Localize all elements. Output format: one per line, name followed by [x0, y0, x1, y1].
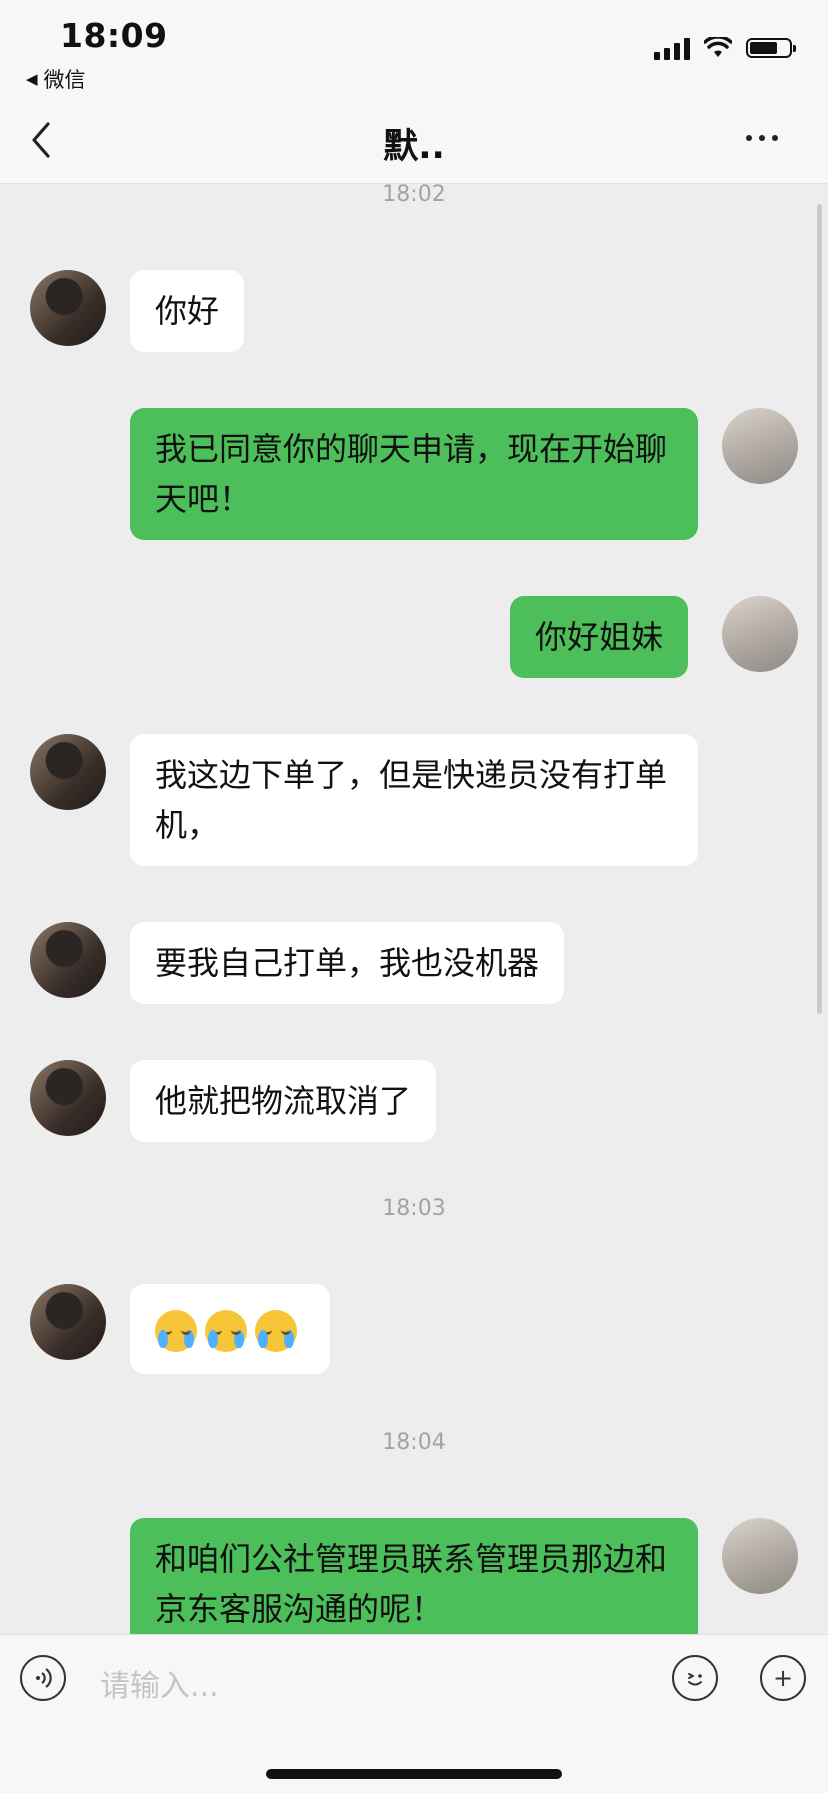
message-bubble-sent[interactable]: 和咱们公社管理员联系管理员那边和京东客服沟通的呢！: [130, 1518, 698, 1634]
timestamp: 18:02: [382, 184, 446, 207]
voice-wave-icon: [36, 1668, 52, 1688]
message-bubble-received[interactable]: 要我自己打单，我也没机器: [130, 922, 565, 1004]
status-icons: [654, 36, 796, 60]
home-indicator[interactable]: [266, 1769, 562, 1779]
loudly-crying-face-icon: [255, 1310, 297, 1352]
back-app-label: 微信: [43, 68, 86, 92]
message-bubble-received[interactable]: 我这边下单了，但是快递员没有打单机，: [130, 734, 698, 866]
message-bubble-sent[interactable]: 你好姐妹: [510, 596, 689, 678]
avatar-contact[interactable]: [30, 1060, 106, 1136]
voice-icon[interactable]: [20, 1655, 66, 1701]
message-bubble-received[interactable]: 他就把物流取消了: [130, 1060, 437, 1142]
plus-icon[interactable]: +: [760, 1655, 806, 1701]
battery-icon: [746, 38, 796, 58]
input-bar: 请输入... +: [0, 1634, 828, 1793]
status-time: 18:09: [60, 16, 168, 55]
timestamp: 18:03: [382, 1196, 446, 1221]
avatar-self[interactable]: [722, 1518, 798, 1594]
top-bar: 18:09 ◀ 微信 默..: [0, 0, 828, 184]
avatar-self[interactable]: [722, 596, 798, 672]
cellular-signal-icon: [654, 36, 690, 60]
timestamp: 18:04: [382, 1430, 446, 1455]
avatar-contact[interactable]: [30, 922, 106, 998]
avatar-contact[interactable]: [30, 1284, 106, 1360]
message-bubble-received[interactable]: 你好: [130, 270, 245, 352]
message-bubble-received[interactable]: [130, 1284, 330, 1374]
scroll-indicator[interactable]: [817, 204, 822, 1014]
emoji-icon[interactable]: [672, 1655, 718, 1701]
loudly-crying-face-icon: [205, 1310, 247, 1352]
wifi-icon: [704, 37, 732, 57]
message-input[interactable]: 请输入...: [100, 1661, 219, 1705]
avatar-contact[interactable]: [30, 270, 106, 346]
more-dots-icon[interactable]: [732, 126, 792, 150]
loudly-crying-face-icon: [155, 1310, 197, 1352]
smiley-face-icon: [688, 1673, 702, 1686]
chat-title: 默..: [383, 127, 445, 167]
chat-message-list[interactable]: 18:02 你好 我已同意你的聊天申请，现在开始聊天吧！ 你好姐妹 我这边下单了…: [0, 184, 828, 1634]
back-triangle-icon: ◀: [26, 70, 38, 88]
back-to-app[interactable]: ◀ 微信: [26, 64, 86, 94]
avatar-contact[interactable]: [30, 734, 106, 810]
avatar-self[interactable]: [722, 408, 798, 484]
message-bubble-sent[interactable]: 我已同意你的聊天申请，现在开始聊天吧！: [130, 408, 698, 540]
